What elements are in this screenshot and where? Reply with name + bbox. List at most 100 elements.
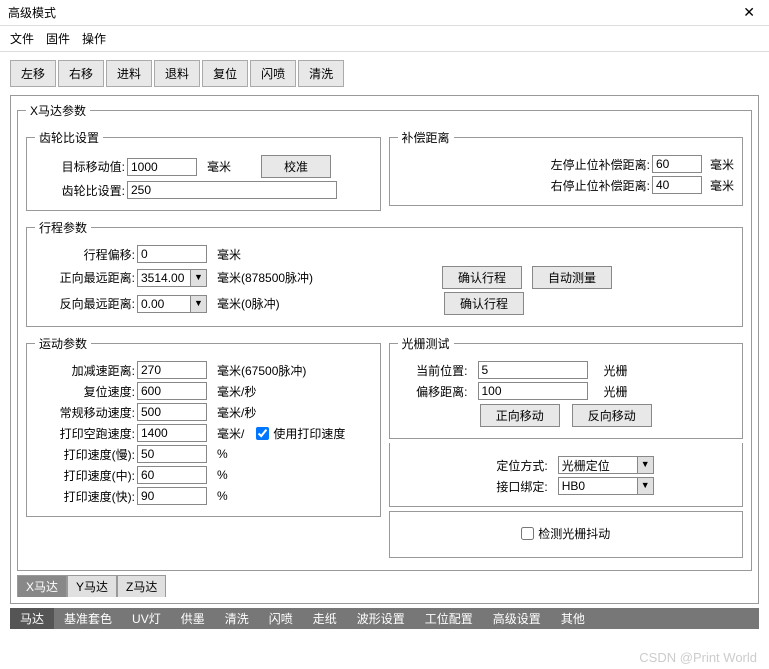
close-icon[interactable]: ✕ [737,4,761,21]
offset-dist-label: 偏移距离: [398,383,468,400]
pos-mode-label: 定位方式: [478,457,548,474]
positioning-group: 定位方式: ▼ 接口绑定: ▼ [389,443,744,507]
grating-legend: 光栅测试 [398,335,454,352]
tab-x-motor[interactable]: X马达 [17,575,67,597]
panel-title: X马达参数 [26,102,90,119]
detect-jitter-checkbox[interactable] [521,527,534,540]
idle-speed-input[interactable] [137,424,207,442]
chevron-down-icon[interactable]: ▼ [637,457,653,473]
idle-speed-unit: 毫米/ [217,425,244,442]
tab-station[interactable]: 工位配置 [415,608,483,629]
chevron-down-icon[interactable]: ▼ [190,270,206,286]
right-comp-input[interactable] [652,176,702,194]
gear-ratio-input[interactable] [127,181,337,199]
tab-flash[interactable]: 闪喷 [259,608,303,629]
confirm-travel-button[interactable]: 确认行程 [442,266,522,289]
motion-group: 运动参数 加减速距离:毫米(67500脉冲) 复位速度:毫米/秒 常规移动速度:… [26,335,381,517]
tab-base-color[interactable]: 基准套色 [54,608,122,629]
left-button[interactable]: 左移 [10,60,56,87]
tab-motor[interactable]: 马达 [10,608,54,629]
current-pos-unit: 光栅 [604,362,628,379]
fwd-dist-label: 正向最远距离: [35,269,135,286]
confirm-travel-button-2[interactable]: 确认行程 [444,292,524,315]
forward-move-button[interactable]: 正向移动 [480,404,560,427]
right-button[interactable]: 右移 [58,60,104,87]
normal-speed-input[interactable] [137,403,207,421]
calibrate-button[interactable]: 校准 [261,155,331,178]
current-pos-label: 当前位置: [398,362,468,379]
travel-offset-label: 行程偏移: [35,246,135,263]
menu-operate[interactable]: 操作 [82,30,106,47]
left-comp-unit: 毫米 [710,156,734,173]
fwd-dist-unit: 毫米(878500脉冲) [217,269,313,286]
x-motor-panel: X马达参数 齿轮比设置 目标移动值: 毫米 校准 齿轮比设置: [17,102,752,571]
tab-ink[interactable]: 供墨 [171,608,215,629]
detect-group: 检测光栅抖动 [389,511,744,558]
flash-button[interactable]: 闪喷 [250,60,296,87]
tab-other[interactable]: 其他 [551,608,595,629]
auto-measure-button[interactable]: 自动测量 [532,266,612,289]
offset-dist-input[interactable] [478,382,588,400]
menu-file[interactable]: 文件 [10,30,34,47]
right-comp-label: 右停止位补偿距离: [551,177,650,194]
travel-group: 行程参数 行程偏移: 毫米 正向最远距离: ▼ 毫米(878500脉冲) 确认行… [26,219,743,327]
tab-uv[interactable]: UV灯 [122,608,171,629]
current-pos-input[interactable] [478,361,588,379]
clean-button[interactable]: 清洗 [298,60,344,87]
target-move-label: 目标移动值: [35,158,125,175]
slow-speed-unit: % [217,447,228,461]
slow-speed-label: 打印速度(慢): [35,446,135,463]
reset-speed-label: 复位速度: [35,383,135,400]
gear-ratio-group: 齿轮比设置 目标移动值: 毫米 校准 齿轮比设置: [26,129,381,211]
normal-speed-unit: 毫米/秒 [217,404,256,421]
left-comp-label: 左停止位补偿距离: [551,156,650,173]
feed-button[interactable]: 进料 [106,60,152,87]
tab-advanced[interactable]: 高级设置 [483,608,551,629]
target-move-input[interactable] [127,158,197,176]
detect-jitter-label: 检测光栅抖动 [538,525,610,542]
tab-y-motor[interactable]: Y马达 [67,575,117,597]
tab-wave[interactable]: 波形设置 [347,608,415,629]
target-move-unit: 毫米 [207,158,231,175]
reset-speed-input[interactable] [137,382,207,400]
use-print-speed-label: 使用打印速度 [273,425,345,442]
tab-z-motor[interactable]: Z马达 [117,575,166,597]
reverse-move-button[interactable]: 反向移动 [572,404,652,427]
compensation-group: 补偿距离 左停止位补偿距离: 毫米 右停止位补偿距离: 毫米 [389,129,744,206]
reset-button[interactable]: 复位 [202,60,248,87]
fast-speed-input[interactable] [137,487,207,505]
grating-test-group: 光栅测试 当前位置:光栅 偏移距离:光栅 正向移动 反向移动 [389,335,744,439]
right-comp-unit: 毫米 [710,177,734,194]
menu-firmware[interactable]: 固件 [46,30,70,47]
retract-button[interactable]: 退料 [154,60,200,87]
mid-speed-input[interactable] [137,466,207,484]
gear-legend: 齿轮比设置 [35,129,103,146]
use-print-speed-checkbox[interactable] [256,427,269,440]
acc-input[interactable] [137,361,207,379]
watermark: CSDN @Print World [639,650,757,665]
fast-speed-label: 打印速度(快): [35,488,135,505]
left-comp-input[interactable] [652,155,702,173]
travel-offset-input[interactable] [137,245,207,263]
travel-offset-unit: 毫米 [217,246,241,263]
fast-speed-unit: % [217,489,228,503]
gear-ratio-label: 齿轮比设置: [35,182,125,199]
acc-unit: 毫米(67500脉冲) [217,362,306,379]
motion-legend: 运动参数 [35,335,91,352]
slow-speed-input[interactable] [137,445,207,463]
rev-dist-unit: 毫米(0脉冲) [217,295,280,312]
chevron-down-icon[interactable]: ▼ [637,478,653,494]
rev-dist-label: 反向最远距离: [35,295,135,312]
travel-legend: 行程参数 [35,219,91,236]
mid-speed-label: 打印速度(中): [35,467,135,484]
comp-legend: 补偿距离 [398,129,454,146]
window-title: 高级模式 [8,4,56,21]
port-bind-label: 接口绑定: [478,478,548,495]
tab-paper[interactable]: 走纸 [303,608,347,629]
acc-label: 加减速距离: [35,362,135,379]
reset-speed-unit: 毫米/秒 [217,383,256,400]
tab-clean[interactable]: 清洗 [215,608,259,629]
chevron-down-icon[interactable]: ▼ [190,296,206,312]
idle-speed-label: 打印空跑速度: [35,425,135,442]
mid-speed-unit: % [217,468,228,482]
